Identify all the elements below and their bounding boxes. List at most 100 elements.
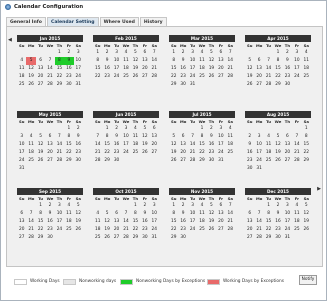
- day-cell[interactable]: 29: [131, 234, 140, 242]
- day-cell[interactable]: 25: [93, 234, 102, 242]
- day-cell[interactable]: 11: [264, 141, 273, 149]
- day-cell[interactable]: 17: [188, 65, 197, 73]
- day-cell[interactable]: 7: [93, 133, 102, 141]
- day-cell[interactable]: 17: [292, 65, 301, 73]
- day-cell[interactable]: 11: [17, 65, 26, 73]
- day-cell[interactable]: 16: [140, 218, 149, 226]
- day-cell[interactable]: 18: [64, 218, 73, 226]
- day-cell[interactable]: 24: [283, 226, 292, 234]
- day-cell[interactable]: 23: [178, 226, 187, 234]
- day-cell[interactable]: 18: [197, 65, 206, 73]
- day-cell[interactable]: 4: [64, 202, 73, 210]
- day-cell[interactable]: 19: [26, 73, 35, 81]
- day-cell[interactable]: 20: [283, 149, 292, 157]
- day-cell[interactable]: 3: [216, 125, 225, 133]
- day-cell[interactable]: 31: [254, 165, 263, 173]
- day-cell[interactable]: 2: [245, 133, 254, 141]
- day-cell[interactable]: 8: [169, 57, 178, 65]
- day-cell[interactable]: 16: [273, 218, 282, 226]
- day-cell[interactable]: 15: [102, 141, 111, 149]
- day-cell[interactable]: 9: [140, 210, 149, 218]
- day-cell[interactable]: 10: [188, 210, 197, 218]
- day-cell[interactable]: 20: [17, 226, 26, 234]
- day-cell[interactable]: 13: [150, 133, 159, 141]
- day-cell[interactable]: 11: [131, 133, 140, 141]
- day-cell[interactable]: 13: [254, 65, 263, 73]
- day-cell[interactable]: 5: [74, 202, 83, 210]
- day-cell[interactable]: 30: [112, 157, 121, 165]
- day-cell[interactable]: 14: [188, 141, 197, 149]
- day-cell[interactable]: 22: [273, 73, 282, 81]
- day-cell[interactable]: 26: [36, 157, 45, 165]
- day-cell[interactable]: 30: [273, 234, 282, 242]
- day-cell[interactable]: 6: [17, 210, 26, 218]
- day-cell[interactable]: 10: [74, 57, 83, 65]
- day-cell[interactable]: 28: [93, 157, 102, 165]
- day-cell[interactable]: 13: [178, 141, 187, 149]
- tab-general-info[interactable]: General Info: [6, 17, 46, 26]
- day-cell[interactable]: 22: [264, 226, 273, 234]
- day-cell[interactable]: 6: [36, 57, 45, 65]
- day-cell[interactable]: 28: [292, 157, 301, 165]
- day-cell[interactable]: 15: [302, 141, 311, 149]
- day-cell[interactable]: 16: [64, 65, 73, 73]
- day-cell[interactable]: 25: [226, 149, 235, 157]
- day-cell[interactable]: 8: [54, 57, 65, 65]
- day-cell[interactable]: 8: [169, 210, 178, 218]
- day-cell[interactable]: 8: [302, 133, 311, 141]
- day-cell[interactable]: 30: [64, 81, 73, 89]
- day-cell[interactable]: 23: [45, 226, 54, 234]
- day-cell[interactable]: 11: [121, 57, 130, 65]
- day-cell[interactable]: 22: [302, 149, 311, 157]
- day-cell[interactable]: 18: [121, 65, 130, 73]
- day-cell[interactable]: 4: [121, 49, 130, 57]
- day-cell[interactable]: 6: [283, 133, 292, 141]
- day-cell[interactable]: 11: [226, 133, 235, 141]
- day-cell[interactable]: 14: [45, 65, 54, 73]
- day-cell[interactable]: 4: [197, 49, 206, 57]
- day-cell[interactable]: 17: [216, 141, 225, 149]
- day-cell[interactable]: 24: [121, 149, 130, 157]
- day-cell[interactable]: 27: [140, 73, 149, 81]
- day-cell[interactable]: 19: [245, 73, 254, 81]
- day-cell[interactable]: 23: [178, 73, 187, 81]
- day-cell[interactable]: 13: [245, 218, 254, 226]
- day-cell[interactable]: 28: [264, 81, 273, 89]
- day-cell[interactable]: 17: [188, 218, 197, 226]
- day-cell[interactable]: 12: [207, 57, 216, 65]
- day-cell[interactable]: 12: [74, 210, 83, 218]
- day-cell[interactable]: 7: [254, 210, 263, 218]
- day-cell[interactable]: 7: [226, 202, 235, 210]
- day-cell[interactable]: 14: [150, 57, 159, 65]
- day-cell[interactable]: 11: [64, 210, 73, 218]
- day-cell[interactable]: 18: [17, 73, 26, 81]
- day-cell[interactable]: 20: [140, 65, 149, 73]
- day-cell[interactable]: 7: [226, 49, 235, 57]
- day-cell[interactable]: 28: [150, 73, 159, 81]
- day-cell[interactable]: 13: [17, 218, 26, 226]
- day-cell[interactable]: 21: [254, 226, 263, 234]
- day-cell[interactable]: 10: [283, 210, 292, 218]
- day-cell[interactable]: 14: [26, 218, 35, 226]
- day-cell[interactable]: 5: [140, 125, 149, 133]
- day-cell[interactable]: 23: [74, 149, 83, 157]
- day-cell[interactable]: 4: [93, 210, 102, 218]
- day-cell[interactable]: 13: [216, 57, 225, 65]
- day-cell[interactable]: 1: [169, 202, 178, 210]
- day-cell[interactable]: 25: [197, 73, 206, 81]
- day-cell[interactable]: 15: [55, 65, 64, 73]
- day-cell[interactable]: 15: [264, 218, 273, 226]
- day-cell[interactable]: 27: [178, 157, 187, 165]
- day-cell[interactable]: 17: [112, 65, 121, 73]
- day-cell[interactable]: 27: [45, 157, 54, 165]
- day-cell[interactable]: 2: [74, 125, 83, 133]
- day-cell[interactable]: 14: [254, 218, 263, 226]
- day-cell[interactable]: 22: [197, 149, 206, 157]
- day-cell[interactable]: 2: [273, 202, 282, 210]
- day-cell[interactable]: 1: [197, 125, 206, 133]
- day-cell[interactable]: 30: [178, 234, 187, 242]
- day-cell[interactable]: 2: [207, 125, 216, 133]
- day-cell[interactable]: 17: [74, 65, 83, 73]
- day-cell[interactable]: 6: [245, 210, 254, 218]
- day-cell[interactable]: 8: [64, 133, 73, 141]
